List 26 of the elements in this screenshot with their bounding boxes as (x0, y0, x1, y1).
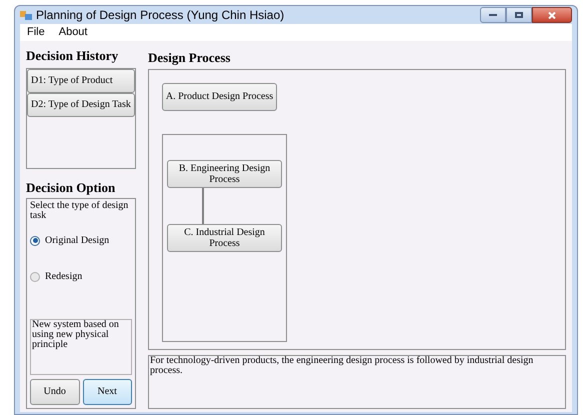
app-icon (20, 9, 32, 21)
window-title: Planning of Design Process (Yung Chin Hsiao) (36, 7, 284, 24)
close-icon (548, 12, 556, 18)
process-node[interactable]: B. Engineering Design Process (167, 160, 282, 188)
minimize-button[interactable] (480, 7, 506, 23)
radio-option[interactable]: Redesign (30, 269, 132, 284)
connector-line (202, 188, 204, 224)
close-button[interactable] (532, 7, 572, 23)
menu-item[interactable]: About (58, 24, 88, 41)
action-button[interactable]: Undo (30, 378, 80, 404)
process-node[interactable]: A. Product Design Process (162, 82, 277, 110)
explanation-box: For technology-driven products, the engineering design process is followed by industrial design process. (148, 354, 566, 408)
radio-button[interactable] (30, 236, 40, 246)
section-heading: Design Process (148, 49, 232, 67)
description-box: New system based on using new physical principle (30, 318, 132, 374)
prompt-text: Select the type of design task (30, 201, 130, 221)
radio-option[interactable]: Original Design (30, 233, 132, 248)
history-item[interactable]: D1: Type of Product (27, 68, 135, 92)
maximize-button[interactable] (506, 7, 532, 23)
section-heading: Decision Option (26, 178, 116, 197)
section-heading: Decision History (26, 47, 120, 65)
action-button[interactable]: Next (82, 378, 132, 404)
radio-button[interactable] (30, 272, 40, 282)
menu-item[interactable]: File (27, 24, 45, 41)
process-node[interactable]: C. Industrial Design Process (167, 224, 282, 252)
history-item[interactable]: D2: Type of Design Task (27, 92, 135, 116)
